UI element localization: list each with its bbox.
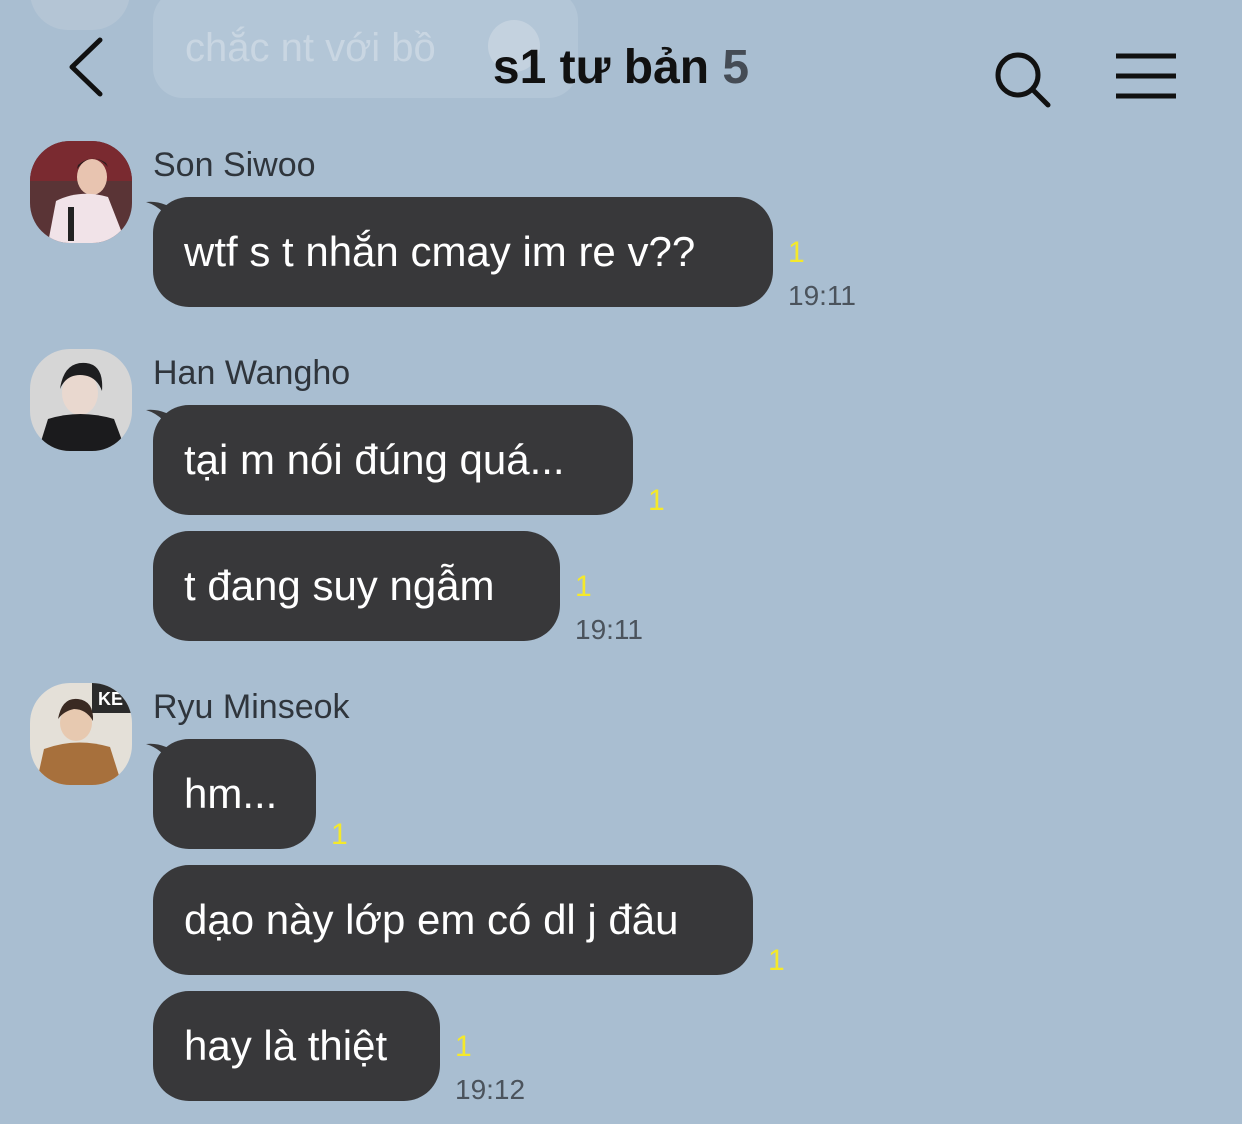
message-bubble[interactable]: dạo này lớp em có dl j đâu — [153, 865, 753, 975]
unread-count: 1 — [648, 484, 665, 517]
sender-name: Han Wangho — [153, 354, 351, 392]
sender-name: Son Siwoo — [153, 146, 316, 184]
profile-photo — [30, 141, 132, 243]
svg-text:KE: KE — [98, 689, 123, 709]
message-text: hm... — [184, 770, 278, 817]
chat-name: s1 tư bản — [492, 41, 710, 94]
unread-count: 1 — [575, 570, 592, 603]
message-time: 19:12 — [455, 1074, 526, 1105]
sender-name: Ryu Minseok — [153, 688, 350, 726]
message-text: tại m nói đúng quá... — [184, 436, 565, 483]
search-button[interactable] — [990, 48, 1056, 110]
message-bubble[interactable]: hay là thiệt — [153, 991, 440, 1101]
message-bubble[interactable]: wtf s t nhắn cmay im re v?? — [153, 197, 773, 307]
message-bubble[interactable]: t đang suy ngẫm — [153, 531, 560, 641]
previous-avatar — [30, 0, 130, 30]
message-text: dạo này lớp em có dl j đâu — [184, 896, 679, 943]
profile-photo — [30, 349, 132, 451]
message-text: wtf s t nhắn cmay im re v?? — [184, 228, 696, 275]
message-text: t đang suy ngẫm — [184, 562, 495, 609]
profile-photo: KE — [30, 683, 132, 785]
avatar-han-wangho[interactable] — [30, 349, 132, 451]
message-text: hay là thiệt — [184, 1022, 388, 1069]
message-bubble[interactable]: tại m nói đúng quá... — [153, 405, 633, 515]
unread-count: 1 — [768, 944, 785, 977]
member-count: 5 — [722, 41, 750, 94]
search-icon — [995, 52, 1051, 108]
message-bubble[interactable]: hm... — [153, 739, 316, 849]
unread-count: 1 — [455, 1030, 472, 1063]
hamburger-menu-icon — [1116, 53, 1176, 99]
menu-button[interactable] — [1112, 50, 1180, 102]
unread-count: 1 — [788, 236, 805, 269]
message-time: 19:11 — [575, 614, 643, 645]
avatar-son-siwoo[interactable] — [30, 141, 132, 243]
unread-count: 1 — [331, 818, 348, 851]
avatar-ryu-minseok[interactable]: KE — [30, 683, 132, 785]
message-time: 19:11 — [788, 280, 856, 311]
